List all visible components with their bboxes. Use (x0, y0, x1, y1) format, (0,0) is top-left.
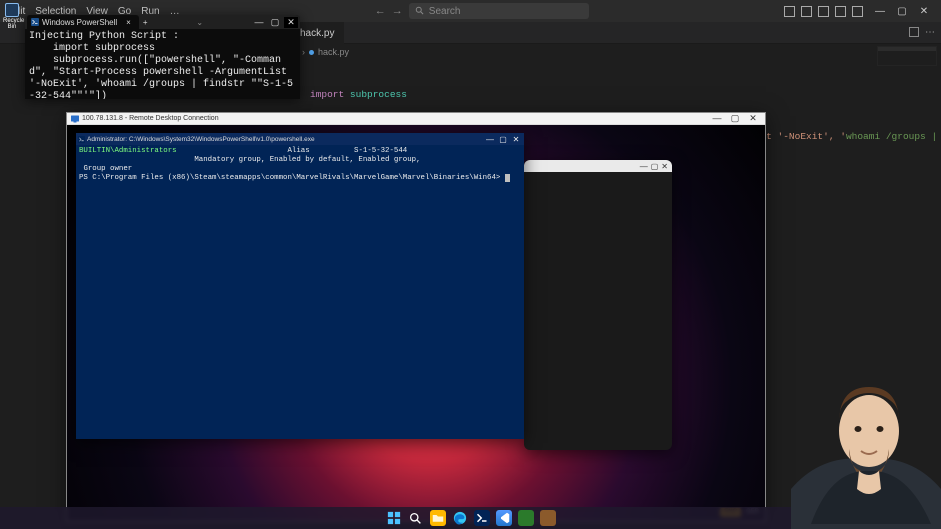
minimize-button[interactable]: — (871, 6, 889, 17)
col-sid: S-1-5-32-544 (354, 147, 407, 155)
recycle-bin-desktop-icon[interactable]: Recycle Bin (3, 3, 21, 30)
terminal-button[interactable] (474, 510, 490, 526)
windows-icon (387, 511, 401, 525)
layout-controls (784, 6, 863, 17)
rdp-icon (71, 115, 79, 123)
breadcrumb-file: hack.py (318, 47, 349, 57)
taskbar-center (386, 510, 556, 526)
panel-bottom-icon[interactable] (818, 6, 829, 17)
maximize-button[interactable]: ▢ (893, 6, 911, 17)
file-explorer-button[interactable] (430, 510, 446, 526)
tab-more-icon[interactable]: ⋯ (925, 27, 935, 38)
remote-desktop[interactable]: — ▢ ✕ Administrator: C:\Windows\System32… (67, 125, 765, 521)
layout-custom-icon[interactable] (852, 6, 863, 17)
rdp-title: 100.78.131.8 - Remote Desktop Connection (82, 115, 219, 122)
command-center-search[interactable]: Search (409, 3, 589, 19)
minimize-button[interactable]: — (252, 17, 266, 28)
minimize-button[interactable]: — (709, 113, 725, 124)
admin-powershell-window[interactable]: Administrator: C:\Windows\System32\Windo… (76, 133, 524, 439)
powershell-icon (78, 136, 85, 143)
maximize-button[interactable]: ▢ (497, 135, 509, 144)
vscode-nav: ← → Search (375, 3, 589, 19)
close-button[interactable]: ✕ (915, 6, 933, 17)
maximize-button[interactable]: ▢ (651, 162, 659, 171)
edge-button[interactable] (452, 510, 468, 526)
terminal-tab[interactable]: Windows PowerShell × (27, 15, 139, 29)
folder-icon (432, 512, 444, 524)
panel-right-icon[interactable] (835, 6, 846, 17)
chevron-right-icon: › (302, 47, 305, 57)
nav-forward-icon[interactable]: → (392, 5, 403, 17)
remote-background-window[interactable]: — ▢ ✕ (524, 160, 672, 450)
group-name: BUILTIN\Administrators (79, 147, 177, 155)
close-button[interactable]: ✕ (745, 113, 761, 124)
taskbar-search-button[interactable] (408, 510, 424, 526)
minimize-button[interactable]: — (640, 162, 648, 171)
cursor (505, 174, 510, 182)
maximize-button[interactable]: ▢ (727, 113, 743, 124)
search-placeholder: Search (429, 6, 461, 17)
close-button[interactable]: ✕ (661, 162, 668, 171)
new-tab-button[interactable]: + (143, 18, 148, 27)
admin-powershell-titlebar[interactable]: Administrator: C:\Windows\System32\Windo… (76, 133, 524, 145)
group-owner: Group owner (83, 165, 132, 173)
app-button-2[interactable] (540, 510, 556, 526)
split-editor-icon[interactable] (909, 27, 919, 37)
layout-toggle-icon[interactable] (784, 6, 795, 17)
close-button[interactable]: ✕ (510, 135, 522, 144)
recycle-bin-label: Recycle Bin (3, 18, 21, 30)
tab-filename: hack.py (300, 28, 334, 39)
tab-close-icon[interactable]: × (126, 18, 131, 27)
tab-dropdown-icon[interactable]: ⌄ (196, 18, 203, 27)
edge-icon (453, 511, 467, 525)
vscode-icon (498, 512, 510, 524)
admin-powershell-title: Administrator: C:\Windows\System32\Windo… (87, 136, 315, 143)
rdp-titlebar[interactable]: 100.78.131.8 - Remote Desktop Connection… (67, 113, 765, 125)
close-button[interactable]: ✕ (284, 17, 298, 28)
group-attrs: Mandatory group, Enabled by default, Ena… (194, 156, 420, 164)
person-illustration (791, 359, 941, 529)
vscode-window-controls: — ▢ ✕ (871, 6, 933, 17)
tab-title: Windows PowerShell (42, 18, 117, 27)
webcam-overlay (791, 359, 941, 529)
host-powershell-output[interactable]: Injecting Python Script : import subproc… (25, 29, 300, 99)
host-powershell-window[interactable]: Windows PowerShell × + ⌄ — ▢ ✕ Injecting… (25, 15, 300, 99)
app-button[interactable] (518, 510, 534, 526)
maximize-button[interactable]: ▢ (268, 17, 282, 28)
remote-background-titlebar[interactable]: — ▢ ✕ (524, 160, 672, 172)
host-powershell-titlebar[interactable]: Windows PowerShell × + ⌄ — ▢ ✕ (25, 15, 300, 29)
col-alias: Alias (287, 147, 309, 155)
admin-powershell-output[interactable]: BUILTIN\Administrators Alias S-1-5-32-54… (76, 145, 524, 439)
search-icon (409, 512, 422, 525)
ps-prompt: PS C:\Program Files (x86)\Steam\steamapp… (79, 174, 505, 182)
recycle-bin-icon (5, 3, 19, 17)
minimap[interactable] (877, 46, 937, 66)
python-file-icon (309, 50, 314, 55)
search-icon (415, 6, 425, 16)
vscode-button[interactable] (496, 510, 512, 526)
start-button[interactable] (386, 510, 402, 526)
powershell-icon (31, 18, 39, 26)
terminal-icon (476, 512, 488, 524)
rdp-window[interactable]: 100.78.131.8 - Remote Desktop Connection… (66, 112, 766, 522)
minimize-button[interactable]: — (484, 135, 496, 144)
panel-left-icon[interactable] (801, 6, 812, 17)
nav-back-icon[interactable]: ← (375, 5, 386, 17)
